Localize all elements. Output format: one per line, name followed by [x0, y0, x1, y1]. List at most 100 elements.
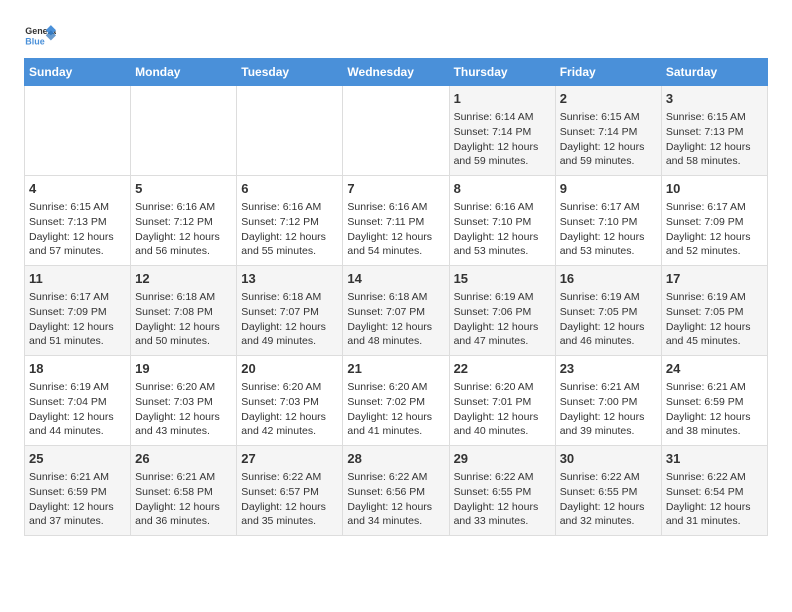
header-cell-wednesday: Wednesday	[343, 59, 449, 86]
day-number: 8	[454, 180, 551, 198]
day-info: Sunset: 6:55 PM	[560, 485, 657, 500]
day-info: Daylight: 12 hours	[347, 230, 444, 245]
calendar-header: SundayMondayTuesdayWednesdayThursdayFrid…	[25, 59, 768, 86]
day-info: Daylight: 12 hours	[29, 500, 126, 515]
week-row-5: 25Sunrise: 6:21 AMSunset: 6:59 PMDayligh…	[25, 446, 768, 536]
day-info: Sunset: 6:55 PM	[454, 485, 551, 500]
day-info: and 46 minutes.	[560, 334, 657, 349]
day-info: Sunset: 7:13 PM	[666, 125, 763, 140]
day-info: Daylight: 12 hours	[560, 410, 657, 425]
day-info: and 53 minutes.	[454, 244, 551, 259]
day-info: Sunrise: 6:19 AM	[29, 380, 126, 395]
day-info: Sunrise: 6:14 AM	[454, 110, 551, 125]
day-info: Sunrise: 6:17 AM	[560, 200, 657, 215]
day-info: Sunset: 7:12 PM	[241, 215, 338, 230]
day-info: Sunset: 7:07 PM	[347, 305, 444, 320]
calendar-cell: 12Sunrise: 6:18 AMSunset: 7:08 PMDayligh…	[131, 266, 237, 356]
day-info: Sunset: 7:11 PM	[347, 215, 444, 230]
day-info: Sunset: 7:09 PM	[29, 305, 126, 320]
day-info: and 33 minutes.	[454, 514, 551, 529]
calendar-cell	[343, 86, 449, 176]
day-info: Sunset: 7:07 PM	[241, 305, 338, 320]
day-info: Daylight: 12 hours	[135, 230, 232, 245]
day-number: 4	[29, 180, 126, 198]
day-number: 6	[241, 180, 338, 198]
day-number: 31	[666, 450, 763, 468]
day-info: and 54 minutes.	[347, 244, 444, 259]
day-info: Daylight: 12 hours	[454, 140, 551, 155]
day-number: 15	[454, 270, 551, 288]
day-info: Daylight: 12 hours	[454, 500, 551, 515]
day-number: 9	[560, 180, 657, 198]
day-info: Sunrise: 6:21 AM	[29, 470, 126, 485]
day-info: and 35 minutes.	[241, 514, 338, 529]
calendar-cell: 27Sunrise: 6:22 AMSunset: 6:57 PMDayligh…	[237, 446, 343, 536]
day-info: Daylight: 12 hours	[454, 230, 551, 245]
day-info: Daylight: 12 hours	[135, 500, 232, 515]
day-info: Sunset: 7:00 PM	[560, 395, 657, 410]
day-info: Sunset: 6:54 PM	[666, 485, 763, 500]
day-info: Daylight: 12 hours	[29, 410, 126, 425]
day-info: Sunset: 7:09 PM	[666, 215, 763, 230]
day-info: and 41 minutes.	[347, 424, 444, 439]
calendar-cell: 16Sunrise: 6:19 AMSunset: 7:05 PMDayligh…	[555, 266, 661, 356]
day-info: Sunset: 7:04 PM	[29, 395, 126, 410]
day-info: and 51 minutes.	[29, 334, 126, 349]
day-number: 23	[560, 360, 657, 378]
day-info: Sunrise: 6:22 AM	[560, 470, 657, 485]
day-info: Sunrise: 6:22 AM	[666, 470, 763, 485]
header-cell-friday: Friday	[555, 59, 661, 86]
day-info: and 57 minutes.	[29, 244, 126, 259]
calendar-cell: 13Sunrise: 6:18 AMSunset: 7:07 PMDayligh…	[237, 266, 343, 356]
header-cell-monday: Monday	[131, 59, 237, 86]
day-number: 3	[666, 90, 763, 108]
calendar-cell: 3Sunrise: 6:15 AMSunset: 7:13 PMDaylight…	[661, 86, 767, 176]
day-info: Sunset: 7:10 PM	[454, 215, 551, 230]
day-info: Daylight: 12 hours	[454, 410, 551, 425]
day-number: 30	[560, 450, 657, 468]
calendar-cell: 24Sunrise: 6:21 AMSunset: 6:59 PMDayligh…	[661, 356, 767, 446]
day-info: and 48 minutes.	[347, 334, 444, 349]
day-number: 1	[454, 90, 551, 108]
day-info: Sunset: 7:14 PM	[560, 125, 657, 140]
calendar-cell: 30Sunrise: 6:22 AMSunset: 6:55 PMDayligh…	[555, 446, 661, 536]
header-cell-tuesday: Tuesday	[237, 59, 343, 86]
calendar-cell: 26Sunrise: 6:21 AMSunset: 6:58 PMDayligh…	[131, 446, 237, 536]
day-info: and 59 minutes.	[454, 154, 551, 169]
day-info: Daylight: 12 hours	[666, 140, 763, 155]
day-info: Sunrise: 6:17 AM	[29, 290, 126, 305]
day-number: 17	[666, 270, 763, 288]
day-info: Daylight: 12 hours	[666, 410, 763, 425]
day-number: 27	[241, 450, 338, 468]
day-info: Sunset: 7:12 PM	[135, 215, 232, 230]
day-info: Sunset: 7:10 PM	[560, 215, 657, 230]
day-number: 5	[135, 180, 232, 198]
day-info: and 53 minutes.	[560, 244, 657, 259]
day-info: Daylight: 12 hours	[241, 230, 338, 245]
day-info: and 37 minutes.	[29, 514, 126, 529]
calendar-cell: 6Sunrise: 6:16 AMSunset: 7:12 PMDaylight…	[237, 176, 343, 266]
header-row: SundayMondayTuesdayWednesdayThursdayFrid…	[25, 59, 768, 86]
day-info: Daylight: 12 hours	[135, 320, 232, 335]
day-number: 29	[454, 450, 551, 468]
calendar-cell: 2Sunrise: 6:15 AMSunset: 7:14 PMDaylight…	[555, 86, 661, 176]
page-header: General Blue	[24, 20, 768, 52]
day-info: Daylight: 12 hours	[347, 500, 444, 515]
week-row-1: 1Sunrise: 6:14 AMSunset: 7:14 PMDaylight…	[25, 86, 768, 176]
day-info: Sunrise: 6:17 AM	[666, 200, 763, 215]
calendar-cell: 14Sunrise: 6:18 AMSunset: 7:07 PMDayligh…	[343, 266, 449, 356]
day-info: and 32 minutes.	[560, 514, 657, 529]
day-info: and 40 minutes.	[454, 424, 551, 439]
day-info: and 39 minutes.	[560, 424, 657, 439]
day-info: and 55 minutes.	[241, 244, 338, 259]
day-info: Sunrise: 6:20 AM	[347, 380, 444, 395]
day-number: 11	[29, 270, 126, 288]
day-info: Sunset: 7:02 PM	[347, 395, 444, 410]
calendar-cell: 11Sunrise: 6:17 AMSunset: 7:09 PMDayligh…	[25, 266, 131, 356]
calendar-cell: 5Sunrise: 6:16 AMSunset: 7:12 PMDaylight…	[131, 176, 237, 266]
day-info: Daylight: 12 hours	[560, 230, 657, 245]
day-info: Sunrise: 6:21 AM	[135, 470, 232, 485]
calendar-cell: 15Sunrise: 6:19 AMSunset: 7:06 PMDayligh…	[449, 266, 555, 356]
calendar-table: SundayMondayTuesdayWednesdayThursdayFrid…	[24, 58, 768, 536]
day-info: Daylight: 12 hours	[560, 140, 657, 155]
